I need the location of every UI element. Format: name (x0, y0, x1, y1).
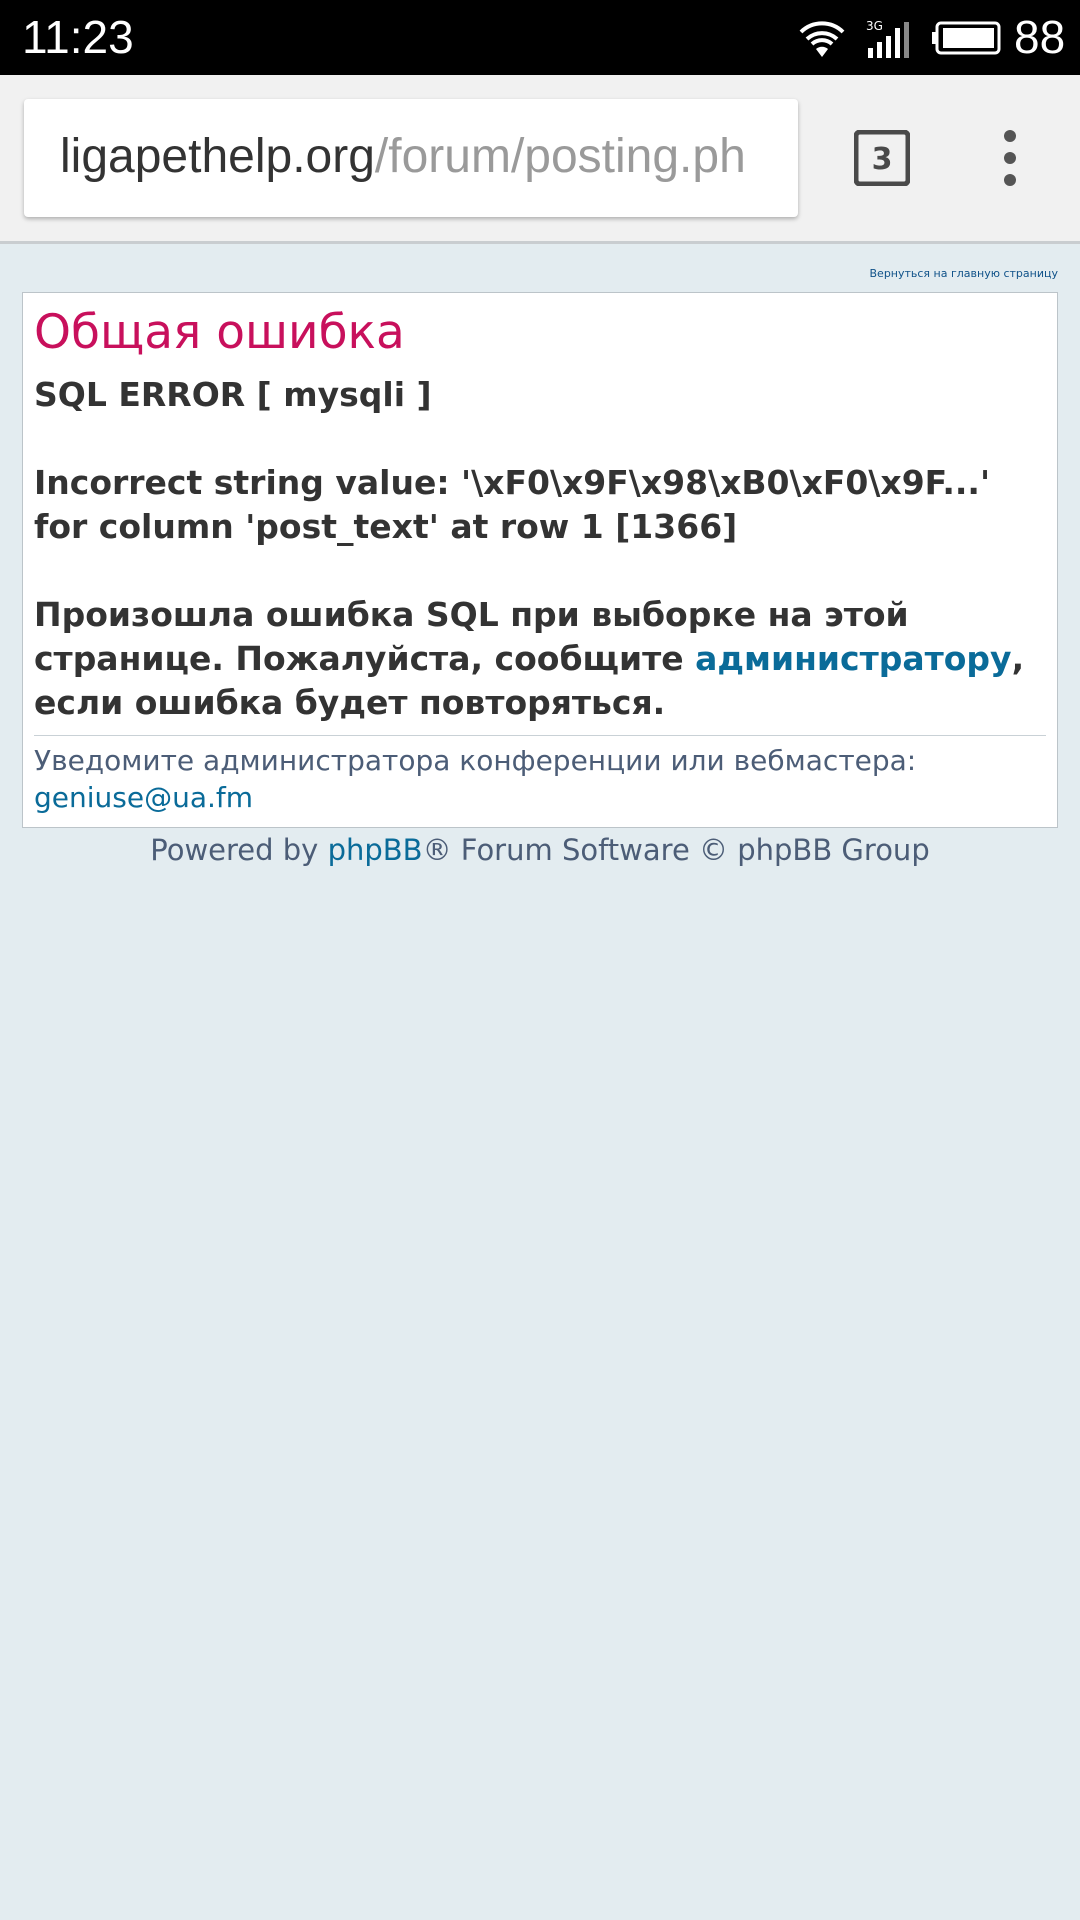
tab-switcher-button[interactable]: 3 (854, 130, 910, 186)
url-domain: ligapethelp.org (60, 130, 375, 183)
tab-count: 3 (872, 142, 893, 177)
error-message: SQL ERROR [ mysqli ] Incorrect string va… (34, 373, 1046, 725)
sql-error-line: SQL ERROR [ mysqli ] (34, 375, 432, 414)
administrator-link[interactable]: администратору (695, 639, 1011, 678)
address-bar[interactable]: ligapethelp.org/forum/posting.ph (24, 99, 798, 217)
url-path: /forum/posting.ph (374, 130, 746, 183)
status-time: 11:23 (22, 11, 134, 63)
footer-copyright: ® Forum Software © phpBB Group (422, 833, 930, 867)
more-menu-icon[interactable] (995, 130, 1025, 186)
footer-text: Powered by (150, 833, 328, 867)
browser-toolbar: ligapethelp.org/forum/posting.ph 3 (0, 75, 1080, 244)
notify-admin: Уведомите администратора конференции или… (34, 742, 1046, 816)
footer: Powered by phpBB® Forum Software © phpBB… (0, 830, 1080, 870)
battery-icon (932, 21, 1001, 55)
page-content: Вернуться на главную страницу Общая ошиб… (0, 247, 1080, 1920)
signal-icon: 3G (866, 19, 909, 58)
notify-text: Уведомите администратора конференции или… (34, 744, 917, 777)
back-to-index-link[interactable]: Вернуться на главную страницу (870, 267, 1059, 280)
url-text: ligapethelp.org/forum/posting.ph (60, 129, 746, 185)
network-type-label: 3G (866, 19, 883, 33)
error-title: Общая ошибка (34, 305, 405, 360)
status-bar: 11:23 3G 88 (0, 0, 1080, 75)
wifi-icon (799, 21, 845, 57)
error-explanation: Произошла ошибка SQL при выборке на этой… (34, 593, 1046, 725)
error-detail: Incorrect string value: '\xF0\x9F\x98\xB… (34, 463, 991, 546)
phpbb-link[interactable]: phpBB (328, 833, 423, 867)
error-panel: Общая ошибка SQL ERROR [ mysqli ] Incorr… (22, 292, 1058, 828)
divider (34, 735, 1046, 736)
battery-level: 88 (1014, 11, 1066, 63)
admin-email-link[interactable]: geniuse@ua.fm (34, 781, 253, 814)
